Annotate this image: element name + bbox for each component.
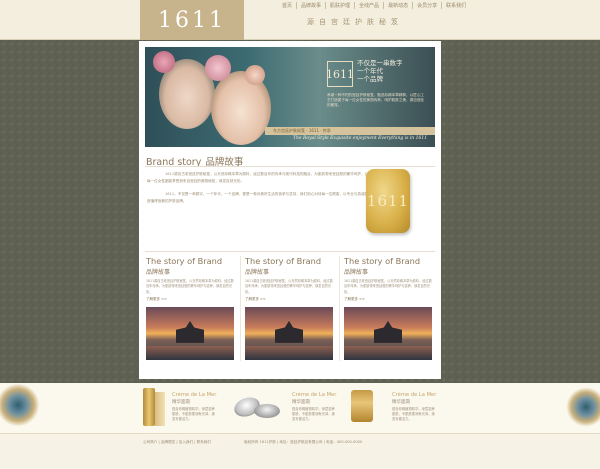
divider xyxy=(145,166,435,167)
product-subtitle: 精华面霜 xyxy=(392,400,410,405)
temple-silhouette xyxy=(275,320,303,343)
product-item[interactable]: Crème de La Mer 精华面霜 蕴含珍稀植物精华，深层滋养肌肤，令肌肤… xyxy=(348,386,448,430)
product-item[interactable]: Crème de La Mer 精华面霜 蕴含珍稀植物精华，深层滋养肌肤，令肌肤… xyxy=(230,386,340,430)
temple-silhouette xyxy=(374,320,402,343)
flower-decoration xyxy=(205,55,231,81)
water-reflection xyxy=(245,345,333,360)
site-footer: 公司简介 | 品牌理念 | 加入我们 | 联系我们 版权所有 1611护肤 | … xyxy=(0,433,600,469)
brand-story-paragraph: 1611源自古老宫廷护肤秘笈，以天然珍稀本草为原料，经过数百年的传承与现代科技的… xyxy=(147,172,369,184)
column-title-cn: 品牌故事 xyxy=(146,269,171,276)
column-title-cn: 品牌故事 xyxy=(245,269,270,276)
column-text: 1611源自古老宫廷护肤秘笈，以天然珍稀本草为原料，经过数百年传承，为肌肤带来宫… xyxy=(146,279,234,294)
banner-logo: 1611 xyxy=(326,61,354,87)
product-description: 蕴含珍稀植物精华，深层滋养肌肤，令肌肤柔润有光泽，焕发青春活力。 xyxy=(172,407,215,421)
read-more-link[interactable]: 了解更多 >> xyxy=(146,297,234,302)
banner-description: 承袭一种不朽的宫廷护肤秘笈，甄选珍稀本草精粹，以匠心工艺打造属于每一位女性的美丽… xyxy=(327,93,425,108)
product-title: Crème de La Mer xyxy=(172,392,217,398)
product-lid-image xyxy=(254,404,280,418)
nav-item-brand-story[interactable]: 品牌故事 xyxy=(297,2,327,9)
nav-item-members[interactable]: 会员分享 xyxy=(413,2,443,9)
product-title: Crème de La Mer xyxy=(292,392,337,398)
footer-links[interactable]: 公司简介 | 品牌理念 | 加入我们 | 联系我们 xyxy=(143,440,211,445)
read-more-link[interactable]: 了解更多 >> xyxy=(344,297,432,302)
top-nav: 首页 品牌故事 肌肤护理 全线产品 最新动态 会员分享 联系我们 xyxy=(278,2,470,9)
logo[interactable]: 1611 xyxy=(140,0,244,40)
logo-text: 1611 xyxy=(158,7,226,33)
hero-banner[interactable]: 1611 不仅是一串数字 一个年代 一个品牌 承袭一种不朽的宫廷护肤秘笈，甄选珍… xyxy=(145,47,435,147)
column-title-cn: 品牌故事 xyxy=(344,269,369,276)
slogan-line: 一个品牌 xyxy=(357,75,383,83)
column-text: 1611源自古老宫廷护肤秘笈，以天然珍稀本草为原料，经过数百年传承，为肌肤带来宫… xyxy=(344,279,432,294)
brand-story-paragraph: 1611，不仅是一串数字，一个年代，一个品牌，更是一种对美好生活的追求与坚持，我… xyxy=(147,192,369,204)
column-separator xyxy=(240,256,241,361)
column-text: 1611源自古老宫廷护肤秘笈，以天然珍稀本草为原料，经过数百年传承，为肌肤带来宫… xyxy=(245,279,333,294)
ornament-left xyxy=(0,383,40,433)
slogan-line: 不仅是一串数字 xyxy=(357,59,403,67)
story-column: The story of Brand 品牌故事 1611源自古老宫廷护肤秘笈，以… xyxy=(344,256,432,360)
slogan-line: 一个年代 xyxy=(357,67,383,75)
header-tagline: 源自宫廷护肤秘笈 xyxy=(307,18,403,26)
banner-strip: 东方宫廷护肤秘笈 · 1611 · 传承 xyxy=(265,127,435,135)
product-subtitle: 精华面霜 xyxy=(292,400,310,405)
banner-script-text: The Royal Style Exquisite enjoyment Ever… xyxy=(293,136,428,141)
story-column: The story of Brand 品牌故事 1611源自古老宫廷护肤秘笈，以… xyxy=(146,256,234,360)
nav-item-contact[interactable]: 联系我们 xyxy=(442,2,470,9)
product-jar-image xyxy=(351,390,373,422)
footer-copyright: 版权所有 1611护肤 | 地址：宫廷护肤品有限公司 | 电话：400-000-… xyxy=(244,440,363,444)
temple-sunset-image[interactable] xyxy=(146,306,234,360)
product-description: 蕴含珍稀植物精华，深层滋养肌肤，令肌肤柔润有光泽，焕发青春活力。 xyxy=(392,407,435,421)
product-description: 蕴含珍稀植物精华，深层滋养肌肤，令肌肤柔润有光泽，焕发青春活力。 xyxy=(292,407,335,421)
product-box-image xyxy=(155,392,165,426)
main-content-panel: 1611 不仅是一串数字 一个年代 一个品牌 承袭一种不朽的宫廷护肤秘笈，甄选珍… xyxy=(139,41,441,379)
temple-sunset-image[interactable] xyxy=(344,306,432,360)
brand-story-text: 1611源自古老宫廷护肤秘笈，以天然珍稀本草为原料，经过数百年的传承与现代科技的… xyxy=(147,171,369,211)
soap-product-image: 1611 xyxy=(366,169,410,233)
story-column: The story of Brand 品牌故事 1611源自古老宫廷护肤秘笈，以… xyxy=(245,256,333,360)
product-tube-image xyxy=(143,388,155,426)
column-title-en: The story of Brand xyxy=(344,256,421,266)
product-item[interactable]: Crème de La Mer 精华面霜 蕴含珍稀植物精华，深层滋养肌肤，令肌肤… xyxy=(143,386,243,430)
soap-label: 1611 xyxy=(366,192,410,210)
ornament-right xyxy=(566,383,600,433)
temple-sunset-image[interactable] xyxy=(245,306,333,360)
water-reflection xyxy=(344,345,432,360)
nav-item-skincare[interactable]: 肌肤护理 xyxy=(326,2,356,9)
column-separator xyxy=(339,256,340,361)
temple-silhouette xyxy=(176,320,204,343)
site-header: 1611 首页 品牌故事 肌肤护理 全线产品 最新动态 会员分享 联系我们 源自… xyxy=(0,0,600,40)
banner-slogan: 不仅是一串数字 一个年代 一个品牌 xyxy=(357,59,435,83)
column-title-en: The story of Brand xyxy=(245,256,322,266)
product-title: Crème de La Mer xyxy=(392,392,437,398)
nav-item-products[interactable]: 全线产品 xyxy=(355,2,385,9)
water-reflection xyxy=(146,345,234,360)
flower-decoration xyxy=(245,65,265,85)
nav-item-news[interactable]: 最新动态 xyxy=(384,2,414,9)
product-subtitle: 精华面霜 xyxy=(172,400,190,405)
column-title-en: The story of Brand xyxy=(146,256,223,266)
read-more-link[interactable]: 了解更多 >> xyxy=(245,297,333,302)
flower-decoration xyxy=(153,51,175,73)
divider xyxy=(145,251,435,252)
nav-item-home[interactable]: 首页 xyxy=(278,2,298,9)
